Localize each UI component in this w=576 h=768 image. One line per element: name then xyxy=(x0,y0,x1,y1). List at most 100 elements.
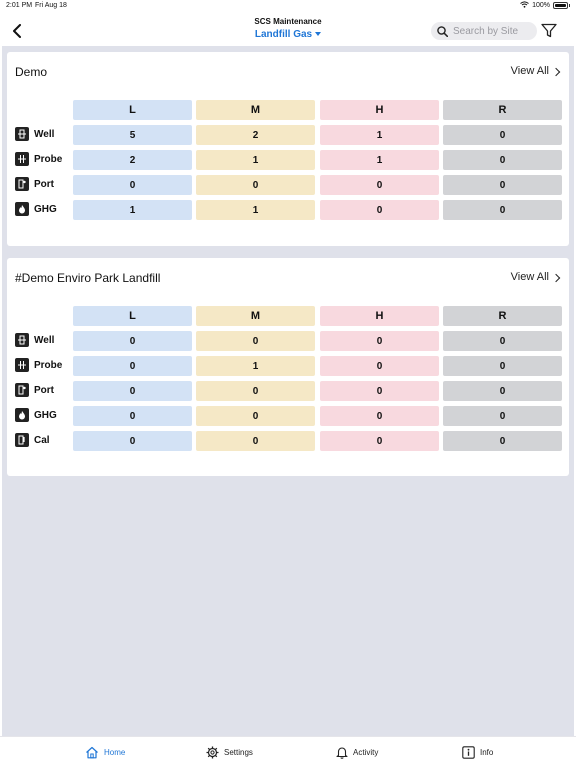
table-header-row: L M H R xyxy=(7,100,569,120)
site-card: #Demo Enviro Park Landfill View All L M … xyxy=(7,258,569,476)
cell-h[interactable]: 0 xyxy=(320,406,439,426)
probe-icon xyxy=(15,358,29,372)
view-all-label: View All xyxy=(510,65,549,77)
column-header-r: R xyxy=(443,306,562,326)
table-row[interactable]: Probe 0 1 0 0 xyxy=(7,356,569,376)
cell-r[interactable]: 0 xyxy=(443,331,562,351)
status-bar: 2:01 PM Fri Aug 18 100% xyxy=(0,0,576,14)
cell-m[interactable]: 0 xyxy=(196,406,315,426)
cell-m[interactable]: 0 xyxy=(196,381,315,401)
cell-l[interactable]: 0 xyxy=(73,356,192,376)
cell-l[interactable]: 5 xyxy=(73,125,192,145)
chevron-right-icon xyxy=(551,67,561,76)
cell-l[interactable]: 0 xyxy=(73,331,192,351)
column-header-l: L xyxy=(73,100,192,120)
well-icon xyxy=(15,127,29,141)
row-label: Well xyxy=(34,128,55,140)
cell-l[interactable]: 1 xyxy=(73,200,192,220)
tab-label: Activity xyxy=(353,748,379,757)
port-icon xyxy=(15,177,29,191)
info-icon xyxy=(462,746,475,759)
view-all-label: View All xyxy=(510,271,549,283)
cell-h[interactable]: 1 xyxy=(320,150,439,170)
cell-l[interactable]: 0 xyxy=(73,431,192,451)
category-dropdown-label: Landfill Gas xyxy=(254,29,313,40)
cell-r[interactable]: 0 xyxy=(443,431,562,451)
cell-m[interactable]: 1 xyxy=(196,150,315,170)
cell-m[interactable]: 0 xyxy=(196,331,315,351)
table-row[interactable]: Port 0 0 0 0 xyxy=(7,381,569,401)
tab-activity[interactable]: Activity xyxy=(336,746,378,759)
wifi-icon xyxy=(520,1,529,10)
cell-m[interactable]: 1 xyxy=(196,200,315,220)
cell-l[interactable]: 2 xyxy=(73,150,192,170)
tab-settings[interactable]: Settings xyxy=(206,746,253,759)
cell-h[interactable]: 0 xyxy=(320,175,439,195)
cell-h[interactable]: 0 xyxy=(320,381,439,401)
well-icon xyxy=(15,333,29,347)
column-header-h: H xyxy=(320,306,439,326)
table-row[interactable]: Well 0 0 0 0 xyxy=(7,331,569,351)
view-all-button[interactable]: View All xyxy=(510,271,561,283)
column-header-r: R xyxy=(443,100,562,120)
table-row[interactable]: GHG 1 1 0 0 xyxy=(7,200,569,220)
probe-icon xyxy=(15,152,29,166)
cell-r[interactable]: 0 xyxy=(443,125,562,145)
cell-l[interactable]: 0 xyxy=(73,381,192,401)
table-row[interactable]: Probe 2 1 1 0 xyxy=(7,150,569,170)
flame-icon xyxy=(15,408,29,422)
filter-button[interactable] xyxy=(541,23,559,39)
cell-h[interactable]: 0 xyxy=(320,431,439,451)
table-row[interactable]: Cal 0 0 0 0 xyxy=(7,431,569,451)
column-header-h: H xyxy=(320,100,439,120)
tab-label: Info xyxy=(480,748,494,757)
port-icon xyxy=(15,383,29,397)
row-label: Well xyxy=(34,334,55,346)
cell-h[interactable]: 0 xyxy=(320,331,439,351)
cell-r[interactable]: 0 xyxy=(443,381,562,401)
tab-info[interactable]: Info xyxy=(462,746,493,759)
table-row[interactable]: Well 5 2 1 0 xyxy=(7,125,569,145)
site-title: Demo xyxy=(15,65,48,79)
cell-m[interactable]: 2 xyxy=(196,125,315,145)
search-box[interactable] xyxy=(431,22,537,40)
cell-h[interactable]: 0 xyxy=(320,200,439,220)
search-icon xyxy=(437,25,448,37)
cell-l[interactable]: 0 xyxy=(73,406,192,426)
row-label: Probe xyxy=(34,359,63,371)
battery-icon xyxy=(553,2,568,9)
row-label: Probe xyxy=(34,153,63,165)
cell-m[interactable]: 1 xyxy=(196,356,315,376)
battery-percent: 100% xyxy=(532,2,550,9)
status-time: 2:01 PM xyxy=(6,2,33,9)
tab-bar: Home Settings Activity Info xyxy=(0,736,576,768)
content-area: Demo View All L M H R Well 5 2 1 0 Probe… xyxy=(2,46,574,736)
cell-m[interactable]: 0 xyxy=(196,175,315,195)
cell-r[interactable]: 0 xyxy=(443,150,562,170)
bell-icon xyxy=(336,747,348,759)
gear-icon xyxy=(206,746,219,759)
table-row[interactable]: GHG 0 0 0 0 xyxy=(7,406,569,426)
cell-r[interactable]: 0 xyxy=(443,175,562,195)
caret-down-icon xyxy=(315,32,322,37)
cell-r[interactable]: 0 xyxy=(443,200,562,220)
chevron-right-icon xyxy=(551,273,561,282)
tab-home[interactable]: Home xyxy=(85,746,125,759)
site-title: #Demo Enviro Park Landfill xyxy=(15,271,161,285)
table-header-row: L M H R xyxy=(7,306,569,326)
cell-m[interactable]: 0 xyxy=(196,431,315,451)
row-label: Port xyxy=(34,384,54,396)
cell-h[interactable]: 1 xyxy=(320,125,439,145)
tab-label: Home xyxy=(104,748,126,757)
cell-h[interactable]: 0 xyxy=(320,356,439,376)
cell-r[interactable]: 0 xyxy=(443,406,562,426)
cell-r[interactable]: 0 xyxy=(443,356,562,376)
site-card: Demo View All L M H R Well 5 2 1 0 Probe… xyxy=(7,52,569,246)
filter-icon xyxy=(541,23,557,38)
row-label: GHG xyxy=(34,409,57,421)
tab-label: Settings xyxy=(224,748,253,757)
table-row[interactable]: Port 0 0 0 0 xyxy=(7,175,569,195)
cell-l[interactable]: 0 xyxy=(73,175,192,195)
search-input[interactable] xyxy=(453,25,533,37)
view-all-button[interactable]: View All xyxy=(510,65,561,77)
